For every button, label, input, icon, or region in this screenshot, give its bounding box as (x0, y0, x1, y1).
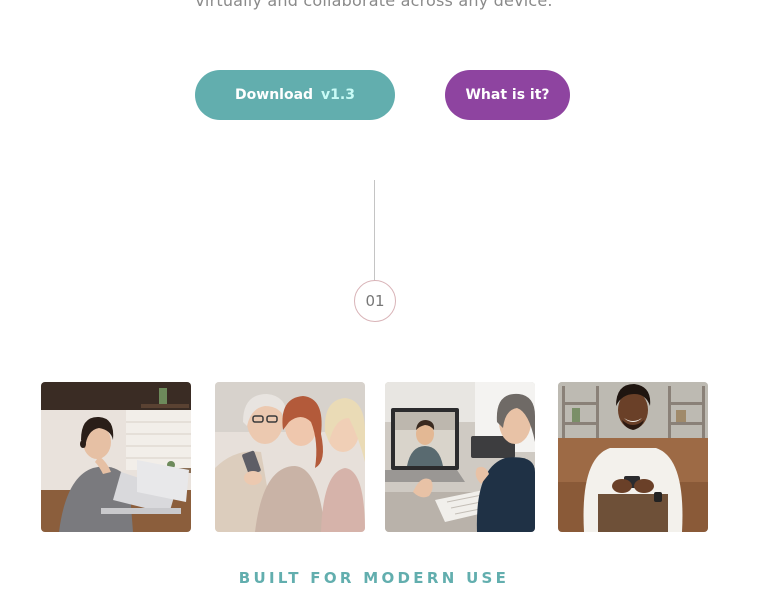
download-version: v1.3 (321, 87, 355, 103)
man-phone-photo (558, 382, 708, 532)
woman-laptop-photo (41, 382, 191, 532)
video-call-photo (385, 382, 535, 532)
what-is-it-button[interactable]: What is it? (445, 70, 570, 120)
step-connector-line (374, 180, 375, 281)
hero-tagline: virtually and collaborate across any dev… (195, 0, 553, 10)
section-title: BUILT FOR MODERN USE (238, 569, 510, 587)
download-label: Download (235, 87, 314, 103)
download-button[interactable]: Download v1.3 (195, 70, 395, 120)
women-phone-photo (215, 382, 365, 532)
step-number-badge: 01 (354, 280, 396, 322)
